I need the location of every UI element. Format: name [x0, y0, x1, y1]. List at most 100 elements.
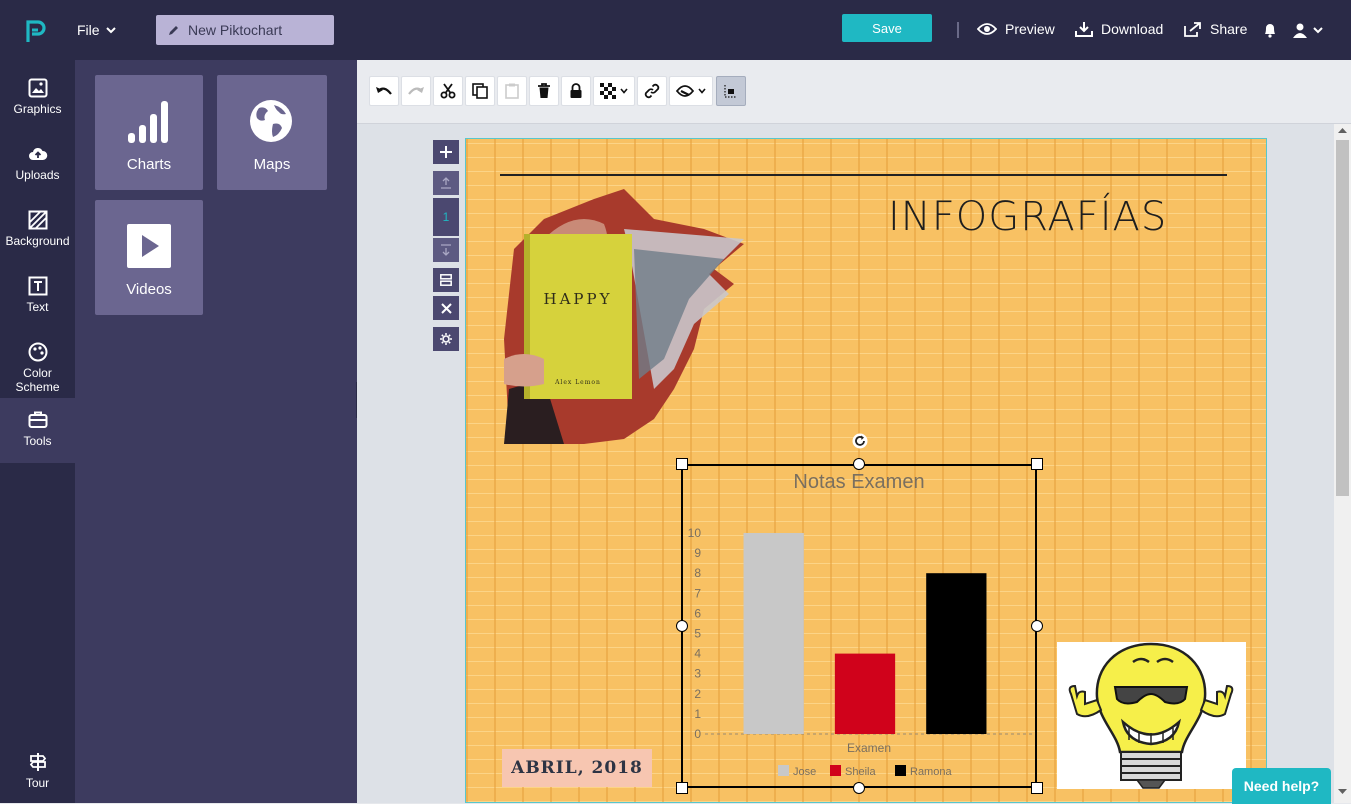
- toolbox-icon: [28, 411, 47, 428]
- plus-icon: [440, 146, 452, 158]
- delete-block-button[interactable]: [433, 296, 459, 320]
- maps-tile[interactable]: Maps: [217, 75, 327, 190]
- top-bar: File New Piktochart Save Preview Downloa…: [0, 0, 1351, 60]
- resize-handle-top[interactable]: [853, 458, 865, 470]
- file-menu-label: File: [77, 22, 100, 38]
- selection-box: [681, 464, 1037, 788]
- nav-label-uploads: Uploads: [15, 168, 60, 182]
- nav-item-color-scheme[interactable]: Color Scheme: [0, 330, 75, 400]
- download-label: Download: [1101, 21, 1164, 37]
- chevron-down-icon: [105, 27, 116, 34]
- add-block-button[interactable]: [433, 140, 459, 164]
- save-button[interactable]: Save: [842, 14, 932, 42]
- link-button[interactable]: [637, 76, 667, 106]
- videos-tile-label: Videos: [126, 281, 172, 298]
- nav-item-text[interactable]: Text: [0, 264, 75, 328]
- arrange-button[interactable]: [716, 76, 746, 106]
- share-label: Share: [1210, 21, 1248, 37]
- resize-handle-left[interactable]: [676, 620, 688, 632]
- book-title-text: HAPPY: [543, 290, 612, 308]
- block-layout-icon: [440, 274, 452, 286]
- delete-button[interactable]: [529, 76, 559, 106]
- download-button[interactable]: Download: [1075, 21, 1163, 37]
- nav-label-text: Text: [26, 300, 49, 314]
- copy-icon: [472, 83, 488, 99]
- infographic-title[interactable]: INFOGRAFÍAS: [888, 194, 1167, 240]
- share-button[interactable]: Share: [1184, 21, 1247, 37]
- undo-button[interactable]: [369, 76, 399, 106]
- nav-item-uploads[interactable]: Uploads: [0, 132, 75, 196]
- document-title-text: New Piktochart: [188, 22, 283, 38]
- date-badge[interactable]: ABRIL, 2018: [502, 749, 652, 787]
- scroll-up-arrow-icon[interactable]: [1338, 127, 1347, 134]
- cut-button[interactable]: [433, 76, 463, 106]
- copy-button[interactable]: [465, 76, 495, 106]
- resize-handle-bottom-right[interactable]: [1031, 782, 1043, 794]
- user-icon: [1293, 23, 1307, 38]
- lightbulb-illustration[interactable]: [1057, 642, 1246, 789]
- link-icon: [644, 83, 660, 99]
- globe-icon: [250, 100, 292, 142]
- file-menu[interactable]: File: [77, 22, 116, 38]
- mask-button[interactable]: [669, 76, 713, 106]
- bell-icon[interactable]: [1263, 22, 1277, 38]
- background-icon: [28, 210, 47, 230]
- nav-label-color-scheme: Color Scheme: [15, 366, 60, 394]
- nav-item-tools[interactable]: Tools: [0, 398, 75, 463]
- need-help-button[interactable]: Need help?: [1232, 768, 1331, 804]
- move-block-up-button[interactable]: [433, 171, 459, 195]
- book-author-text: Alex Lemon: [554, 379, 601, 386]
- trash-icon: [538, 83, 550, 98]
- rotate-icon[interactable]: [852, 433, 868, 449]
- nav-item-background[interactable]: Background: [0, 198, 75, 262]
- toolbar-divider: [957, 22, 959, 38]
- user-menu[interactable]: [1293, 22, 1323, 38]
- scroll-down-arrow-icon[interactable]: [1338, 788, 1347, 795]
- tools-panel: Charts Maps Videos: [75, 60, 357, 803]
- nav-item-tour[interactable]: Tour: [0, 740, 75, 804]
- download-icon: [1075, 22, 1093, 37]
- scrollbar-thumb[interactable]: [1336, 140, 1349, 496]
- document-title-field[interactable]: New Piktochart: [156, 15, 334, 45]
- charts-tile[interactable]: Charts: [95, 75, 203, 190]
- book-photo[interactable]: HAPPY Alex Lemon: [504, 189, 744, 444]
- duplicate-block-button[interactable]: [433, 268, 459, 292]
- videos-tile[interactable]: Videos: [95, 200, 203, 315]
- share-icon: [1184, 22, 1201, 37]
- title-divider-line[interactable]: [500, 174, 1227, 176]
- nav-item-graphics[interactable]: Graphics: [0, 66, 75, 130]
- resize-handle-bottom-left[interactable]: [676, 782, 688, 794]
- text-icon: [28, 276, 47, 296]
- editor-toolbar: [357, 60, 1351, 124]
- lock-icon: [570, 83, 582, 98]
- move-block-down-button[interactable]: [433, 238, 459, 262]
- undo-icon: [376, 87, 392, 95]
- move-up-icon: [441, 177, 451, 189]
- play-icon: [127, 224, 171, 268]
- resize-handle-right[interactable]: [1031, 620, 1043, 632]
- transparency-button[interactable]: [593, 76, 635, 106]
- preview-label: Preview: [1005, 21, 1055, 37]
- resize-handle-top-left[interactable]: [676, 458, 688, 470]
- block-settings-button[interactable]: [433, 327, 459, 351]
- resize-handle-bottom[interactable]: [853, 782, 865, 794]
- block-number: 1: [433, 198, 459, 236]
- lock-button[interactable]: [561, 76, 591, 106]
- image-icon: [28, 78, 47, 98]
- charts-tile-label: Charts: [126, 156, 172, 173]
- nav-label-graphics: Graphics: [13, 102, 62, 116]
- signpost-icon: [29, 753, 46, 771]
- redo-icon: [408, 87, 424, 95]
- mask-icon: [676, 85, 694, 97]
- piktochart-logo-icon[interactable]: [24, 18, 48, 44]
- chevron-down-icon: [620, 88, 628, 94]
- preview-button[interactable]: Preview: [977, 21, 1055, 37]
- paste-button[interactable]: [497, 76, 527, 106]
- cloud-upload-icon: [28, 147, 47, 160]
- scissors-icon: [440, 83, 456, 99]
- eye-icon: [977, 23, 997, 35]
- chevron-down-icon: [1313, 27, 1323, 34]
- close-icon: [440, 302, 452, 314]
- redo-button[interactable]: [401, 76, 431, 106]
- resize-handle-top-right[interactable]: [1031, 458, 1043, 470]
